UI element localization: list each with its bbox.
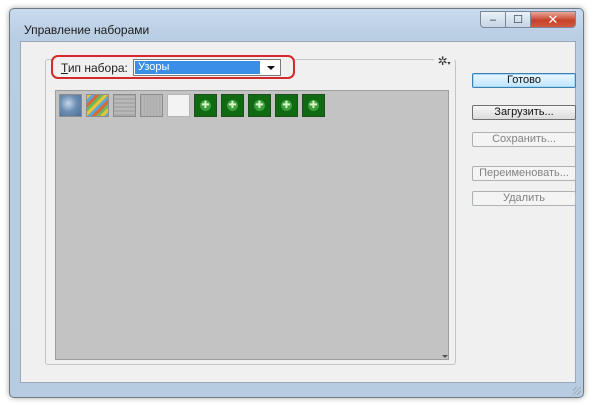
window-title: Управление наборами bbox=[24, 23, 150, 37]
done-button[interactable]: Готово bbox=[472, 73, 576, 88]
plus-icon: ✚ bbox=[200, 100, 211, 111]
resize-grip[interactable] bbox=[573, 387, 581, 395]
preset-swatch-list[interactable]: ✚ ✚ ✚ ✚ ✚ bbox=[55, 90, 449, 360]
swatch-white-texture[interactable] bbox=[167, 94, 190, 117]
close-button[interactable]: ✕ bbox=[530, 11, 576, 28]
swatch-green-pattern[interactable]: ✚ bbox=[275, 94, 298, 117]
plus-icon: ✚ bbox=[281, 100, 292, 111]
swatch-green-pattern[interactable]: ✚ bbox=[248, 94, 271, 117]
plus-icon: ✚ bbox=[227, 100, 238, 111]
dropdown-arrow-icon[interactable] bbox=[267, 66, 275, 70]
swatch-rainbow-texture[interactable] bbox=[86, 94, 109, 117]
preset-type-label-text: ип набора: bbox=[67, 61, 128, 75]
load-button[interactable]: Загрузить... bbox=[472, 105, 576, 120]
maximize-button[interactable]: ☐ bbox=[505, 11, 530, 28]
delete-button[interactable]: Удалить bbox=[472, 191, 576, 206]
minimize-button[interactable]: ‒ bbox=[480, 11, 505, 28]
swatch-blue-texture[interactable] bbox=[59, 94, 82, 117]
chevron-down-icon: ▾ bbox=[447, 61, 451, 67]
preset-type-label: Тип набора: bbox=[61, 61, 128, 75]
resize-arrow-icon bbox=[442, 355, 448, 358]
save-button[interactable]: Сохранить... bbox=[472, 132, 576, 147]
rename-button[interactable]: Переименовать... bbox=[472, 166, 576, 181]
swatch-gray-texture[interactable] bbox=[113, 94, 136, 117]
plus-icon: ✚ bbox=[308, 100, 319, 111]
plus-icon: ✚ bbox=[254, 100, 265, 111]
preset-type-label-accesskey: Т bbox=[61, 61, 68, 75]
swatch-gray-texture[interactable] bbox=[140, 94, 163, 117]
preset-type-row: Тип набора: Узоры bbox=[51, 55, 295, 79]
swatch-green-pattern[interactable]: ✚ bbox=[194, 94, 217, 117]
preset-type-selected-value: Узоры bbox=[135, 61, 260, 74]
window-controls: ‒ ☐ ✕ bbox=[480, 11, 576, 28]
dialog-body: ✲▾ Тип набора: Узоры ✚ ✚ ✚ ✚ ✚ Готово Загруз… bbox=[20, 41, 576, 383]
gear-icon: ✲ bbox=[437, 54, 448, 68]
preset-type-select[interactable]: Узоры bbox=[133, 59, 281, 76]
swatch-green-pattern[interactable]: ✚ bbox=[302, 94, 325, 117]
settings-menu-button[interactable]: ✲▾ bbox=[434, 54, 454, 68]
preset-manager-dialog: Управление наборами ‒ ☐ ✕ ✲▾ Тип набора:… bbox=[9, 8, 584, 398]
swatch-green-pattern[interactable]: ✚ bbox=[221, 94, 244, 117]
